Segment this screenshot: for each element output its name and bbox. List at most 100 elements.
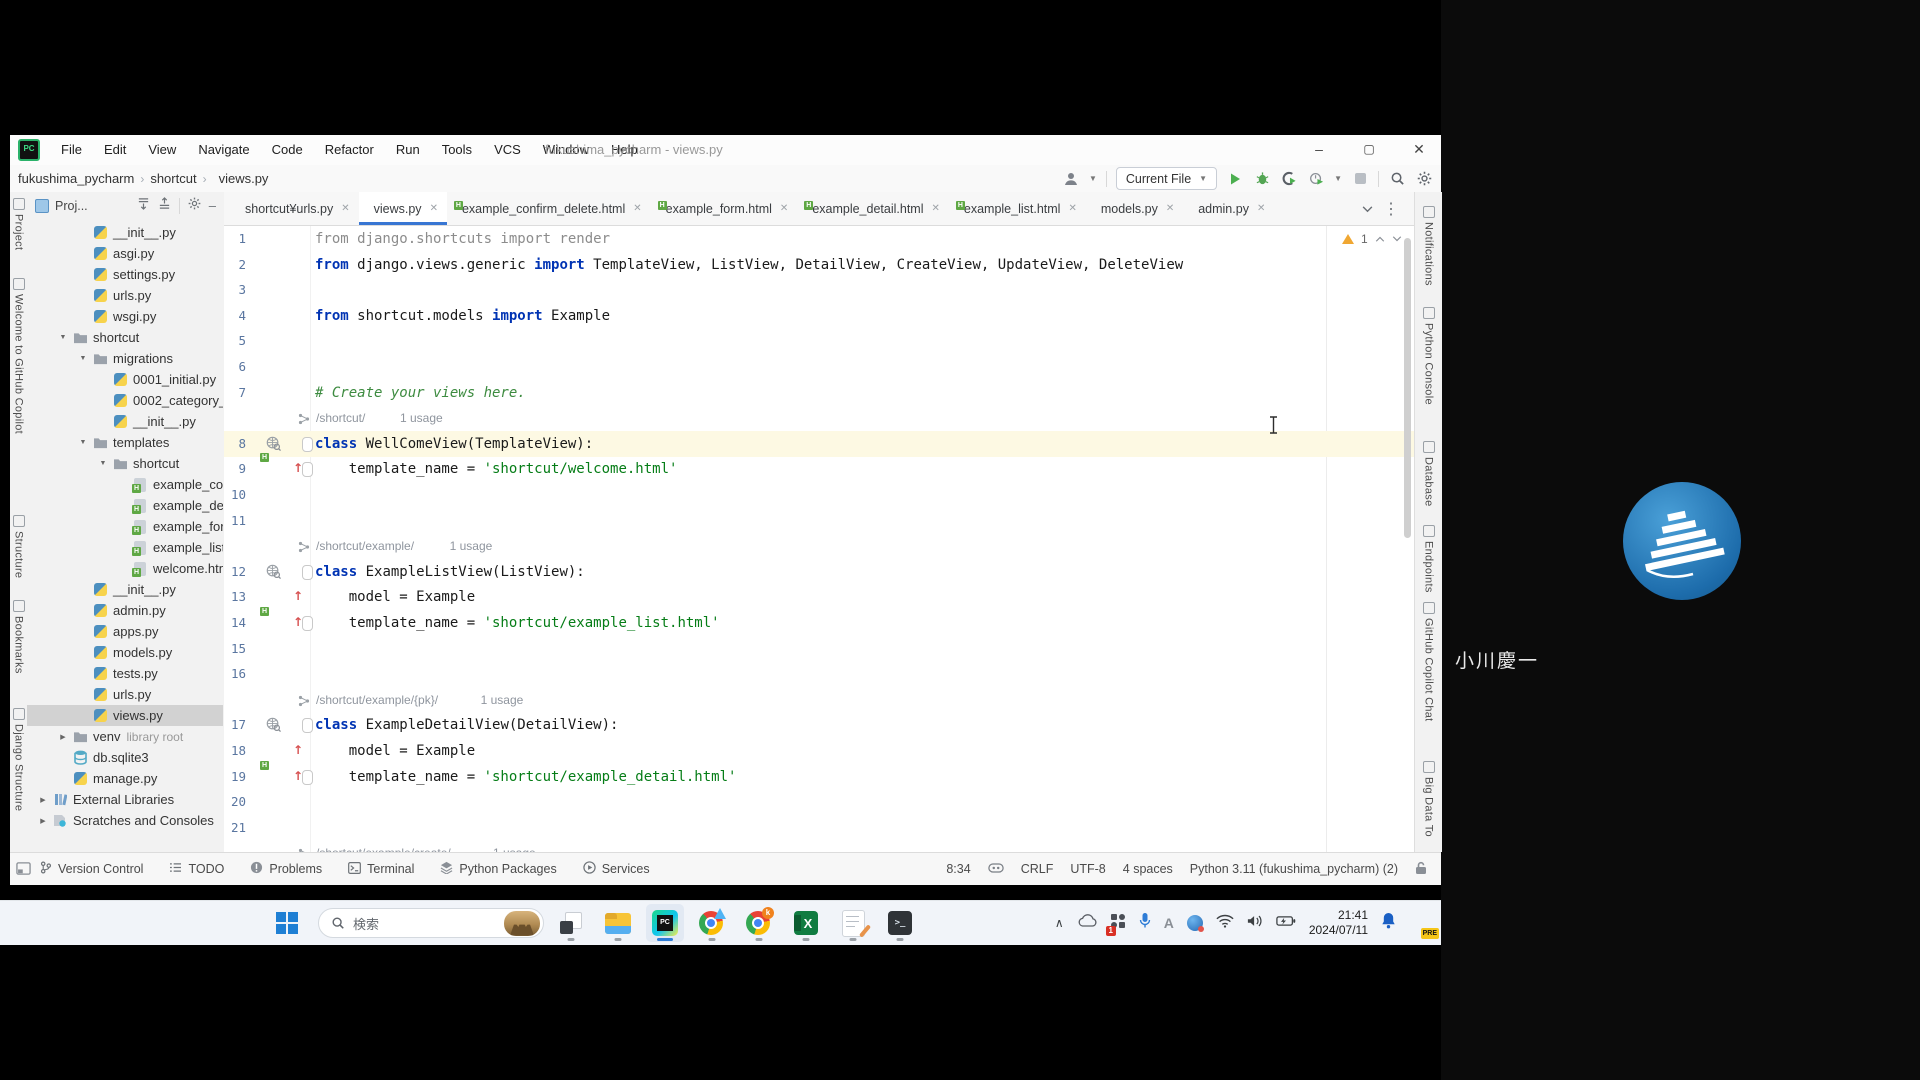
tree-item-asgi-py[interactable]: asgi.py — [27, 243, 223, 264]
project-panel-title[interactable]: Proj... — [55, 199, 88, 213]
tool-window-switcher-icon[interactable] — [16, 861, 31, 879]
tree-item--init-py[interactable]: __init__.py — [27, 579, 223, 600]
run-button[interactable] — [1226, 170, 1244, 188]
tree-item-example-list-h[interactable]: example_list.h — [27, 537, 223, 558]
microphone-icon[interactable] — [1139, 912, 1151, 934]
user-chevron-icon[interactable]: ▼ — [1089, 174, 1097, 183]
editor-tab-models-py[interactable]: models.py✕ — [1086, 192, 1183, 225]
menu-item-navigate[interactable]: Navigate — [187, 135, 260, 165]
tab-list-chevron-icon[interactable] — [1356, 192, 1378, 226]
tree-item-example-form[interactable]: example_form — [27, 516, 223, 537]
copilot-status-icon[interactable] — [988, 861, 1004, 878]
caret-position[interactable]: 8:34 — [946, 862, 970, 876]
copilot-icon[interactable]: PRE — [1409, 910, 1435, 936]
tree-item-admin-py[interactable]: admin.py — [27, 600, 223, 621]
close-button[interactable]: ✕ — [1404, 135, 1434, 165]
menu-item-view[interactable]: View — [137, 135, 187, 165]
taskbar-app-terminal[interactable]: >_ — [881, 904, 919, 942]
breadcrumb-item[interactable]: shortcut — [150, 171, 196, 186]
tab-close-icon[interactable]: ✕ — [931, 203, 939, 214]
tree-chevron-icon[interactable]: ▼ — [74, 355, 92, 362]
inspections-widget[interactable]: 1 — [1342, 232, 1402, 246]
tree-item-shortcut[interactable]: ▼shortcut — [27, 453, 223, 474]
debug-button[interactable] — [1253, 170, 1271, 188]
menu-item-file[interactable]: File — [50, 135, 93, 165]
tree-chevron-icon[interactable]: ▶ — [34, 817, 52, 825]
editor-tab-shortcut-urls-py[interactable]: shortcut¥urls.py✕ — [230, 192, 359, 225]
tree-item-migrations[interactable]: ▼migrations — [27, 348, 223, 369]
tree-item-0001-initial-py[interactable]: 0001_initial.py — [27, 369, 223, 390]
line-separator[interactable]: CRLF — [1021, 862, 1054, 876]
editor-tab-example-form-html[interactable]: example_form.html✕ — [651, 192, 798, 225]
tree-item--init-py[interactable]: __init__.py — [27, 411, 223, 432]
menu-item-refactor[interactable]: Refactor — [314, 135, 385, 165]
tree-item-db-sqlite3[interactable]: db.sqlite3 — [27, 747, 223, 768]
fold-marker[interactable] — [302, 718, 313, 733]
taskbar-app-file-explorer[interactable] — [599, 904, 637, 942]
route-inlay-link[interactable]: /shortcut/ — [316, 405, 365, 431]
panel-settings-gear-icon[interactable] — [188, 197, 201, 215]
tree-item-urls-py[interactable]: urls.py — [27, 684, 223, 705]
tree-item-settings-py[interactable]: settings.py — [27, 264, 223, 285]
route-inlay-link[interactable]: /shortcut/example/{pk}/ — [316, 687, 438, 713]
tab-close-icon[interactable]: ✕ — [633, 203, 641, 214]
tool-button-bookmarks[interactable]: Bookmarks — [10, 600, 27, 674]
search-everywhere-icon[interactable] — [1388, 170, 1406, 188]
python-interpreter[interactable]: Python 3.11 (fukushima_pycharm) (2) — [1190, 862, 1398, 876]
tab-close-icon[interactable]: ✕ — [430, 203, 438, 214]
tree-chevron-icon[interactable]: ▼ — [54, 334, 72, 341]
breadcrumb-item[interactable]: fukushima_pycharm — [18, 171, 134, 186]
tool-button-big-data-to[interactable]: Big Data To — [1415, 761, 1442, 837]
status-tool-todo[interactable]: TODO — [169, 862, 224, 876]
breadcrumb-item[interactable]: views.py — [219, 171, 269, 186]
tree-item-views-py[interactable]: views.py — [27, 705, 223, 726]
tree-item-models-py[interactable]: models.py — [27, 642, 223, 663]
django-view-gutter-icon[interactable] — [266, 564, 281, 579]
tool-button-database[interactable]: Database — [1415, 441, 1442, 507]
fold-marker[interactable] — [302, 770, 313, 785]
start-button[interactable] — [276, 912, 298, 934]
tool-button-project[interactable]: Project — [10, 198, 27, 250]
taskbar-app-notepad[interactable] — [834, 904, 872, 942]
app-sphere-icon[interactable] — [1187, 915, 1203, 931]
tree-item-apps-py[interactable]: apps.py — [27, 621, 223, 642]
fold-marker[interactable] — [302, 462, 313, 477]
tree-item-welcome-htm[interactable]: welcome.htm — [27, 558, 223, 579]
status-tool-services[interactable]: Services — [583, 861, 650, 877]
menu-item-run[interactable]: Run — [385, 135, 431, 165]
tree-item--init-py[interactable]: __init__.py — [27, 222, 223, 243]
tree-item-example-deta[interactable]: example_deta — [27, 495, 223, 516]
tab-close-icon[interactable]: ✕ — [1257, 203, 1265, 214]
run-configuration-select[interactable]: Current File ▼ — [1116, 167, 1217, 190]
fold-marker[interactable] — [302, 565, 313, 580]
tree-item-venv[interactable]: ▶venvlibrary root — [27, 726, 223, 747]
tree-item-external-libraries[interactable]: ▶External Libraries — [27, 789, 223, 810]
tool-button-notifications[interactable]: Notifications — [1415, 206, 1442, 286]
menu-item-vcs[interactable]: VCS — [483, 135, 532, 165]
status-tool-problems[interactable]: Problems — [250, 861, 322, 877]
file-encoding[interactable]: UTF-8 — [1070, 862, 1105, 876]
tool-button-django-structure[interactable]: Django Structure — [10, 708, 27, 811]
ime-mode-indicator[interactable]: A — [1164, 915, 1174, 931]
menu-item-edit[interactable]: Edit — [93, 135, 137, 165]
editor-tab-example-detail-html[interactable]: example_detail.html✕ — [797, 192, 949, 225]
editor-tab-views-py[interactable]: views.py✕ — [359, 192, 447, 225]
tree-item-shortcut[interactable]: ▼shortcut — [27, 327, 223, 348]
notification-bell-icon[interactable] — [1381, 912, 1396, 934]
tree-item-templates[interactable]: ▼templates — [27, 432, 223, 453]
route-inlay-link[interactable]: /shortcut/example/create/ — [316, 840, 451, 852]
taskbar-app-excel[interactable]: X — [787, 904, 825, 942]
user-profile-icon[interactable] — [1062, 170, 1080, 188]
status-tool-version-control[interactable]: Version Control — [40, 861, 143, 877]
route-inlay-link[interactable]: /shortcut/example/ — [316, 533, 414, 559]
goto-parent-arrow-icon[interactable]: ↑ — [293, 590, 303, 602]
tray-expand-chevron-icon[interactable]: ∧ — [1055, 916, 1064, 930]
tool-button-structure[interactable]: Structure — [10, 515, 27, 578]
usages-inlay-link[interactable]: 1 usage — [493, 840, 536, 852]
tree-item-example-conf[interactable]: example_conf — [27, 474, 223, 495]
tab-close-icon[interactable]: ✕ — [1166, 203, 1174, 214]
taskbar-app-pycharm[interactable]: PC — [646, 904, 684, 942]
editor-tab-example-list-html[interactable]: example_list.html✕ — [949, 192, 1086, 225]
search-highlight-image[interactable] — [504, 911, 540, 936]
tool-button-welcome-to-github-copilot[interactable]: Welcome to GitHub Copilot — [10, 278, 27, 434]
